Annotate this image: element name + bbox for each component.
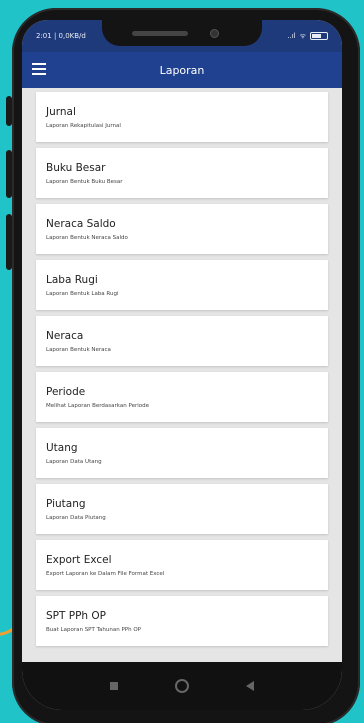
report-item-neraca[interactable]: Neraca Laporan Bentuk Neraca (36, 316, 328, 366)
report-item-title: Neraca Saldo (46, 218, 116, 230)
report-item-subtitle: Laporan Data Utang (46, 459, 102, 465)
recent-apps-icon[interactable] (110, 682, 119, 690)
report-item-piutang[interactable]: Piutang Laporan Data Piutang (36, 484, 328, 534)
report-item-subtitle: Laporan Bentuk Buku Besar (46, 179, 123, 185)
status-bar: 2:01 | 0,0KB/d ..ıl ᯤ (22, 20, 342, 52)
home-icon[interactable] (174, 679, 189, 693)
back-icon[interactable] (245, 681, 254, 691)
report-item-buku-besar[interactable]: Buku Besar Laporan Bentuk Buku Besar (36, 148, 328, 198)
report-item-title: Piutang (46, 498, 86, 510)
speaker-grille (132, 31, 188, 36)
report-menu-list: Jurnal Laporan Rekapitulasi Jurnal Buku … (22, 88, 342, 646)
report-item-subtitle: Laporan Rekapitulasi Jurnal (46, 123, 121, 129)
report-item-subtitle: Melihat Laporan Berdasarkan Periode (46, 403, 150, 409)
report-item-spt-pph-op[interactable]: SPT PPh OP Buat Laporan SPT Tahunan PPh … (36, 596, 328, 646)
report-item-export-excel[interactable]: Export Excel Export Laporan ke Dalam Fil… (36, 540, 328, 590)
report-item-subtitle: Export Laporan ke Dalam File Format Exce… (46, 571, 165, 577)
phone-screen: 2:01 | 0,0KB/d ..ıl ᯤ Laporan Jurnal Lap… (22, 20, 342, 710)
report-item-title: Periode (46, 386, 86, 398)
report-item-title: Neraca (46, 330, 84, 342)
report-item-title: Export Excel (46, 554, 112, 566)
app-bar: Laporan (22, 52, 342, 88)
report-item-title: Buku Besar (46, 162, 106, 174)
report-item-periode[interactable]: Periode Melihat Laporan Berdasarkan Peri… (36, 372, 328, 422)
report-item-title: Utang (46, 442, 78, 454)
front-camera (210, 29, 219, 38)
report-item-subtitle: Buat Laporan SPT Tahunan PPh OP (46, 627, 142, 633)
report-item-neraca-saldo[interactable]: Neraca Saldo Laporan Bentuk Neraca Saldo (36, 204, 328, 254)
phone-frame: 2:01 | 0,0KB/d ..ıl ᯤ Laporan Jurnal Lap… (12, 8, 360, 723)
report-item-subtitle: Laporan Bentuk Neraca (46, 347, 111, 353)
report-item-laba-rugi[interactable]: Laba Rugi Laporan Bentuk Laba Rugi (36, 260, 328, 310)
report-item-subtitle: Laporan Data Piutang (46, 515, 106, 521)
report-item-subtitle: Laporan Bentuk Neraca Saldo (46, 235, 128, 241)
page-title: Laporan (159, 63, 205, 77)
report-item-title: SPT PPh OP (46, 610, 107, 622)
camera-notch (102, 20, 262, 46)
status-icons: ..ıl ᯤ (287, 32, 328, 41)
report-item-jurnal[interactable]: Jurnal Laporan Rekapitulasi Jurnal (36, 92, 328, 142)
system-nav-bar (22, 662, 342, 710)
menu-icon[interactable] (32, 63, 46, 75)
battery-icon (310, 32, 328, 40)
report-item-utang[interactable]: Utang Laporan Data Utang (36, 428, 328, 478)
report-item-subtitle: Laporan Bentuk Laba Rugi (46, 291, 119, 297)
report-item-title: Laba Rugi (46, 274, 98, 286)
wifi-icon: ᯤ (299, 31, 306, 40)
signal-icon: ..ıl (287, 32, 296, 40)
report-item-title: Jurnal (46, 106, 76, 118)
